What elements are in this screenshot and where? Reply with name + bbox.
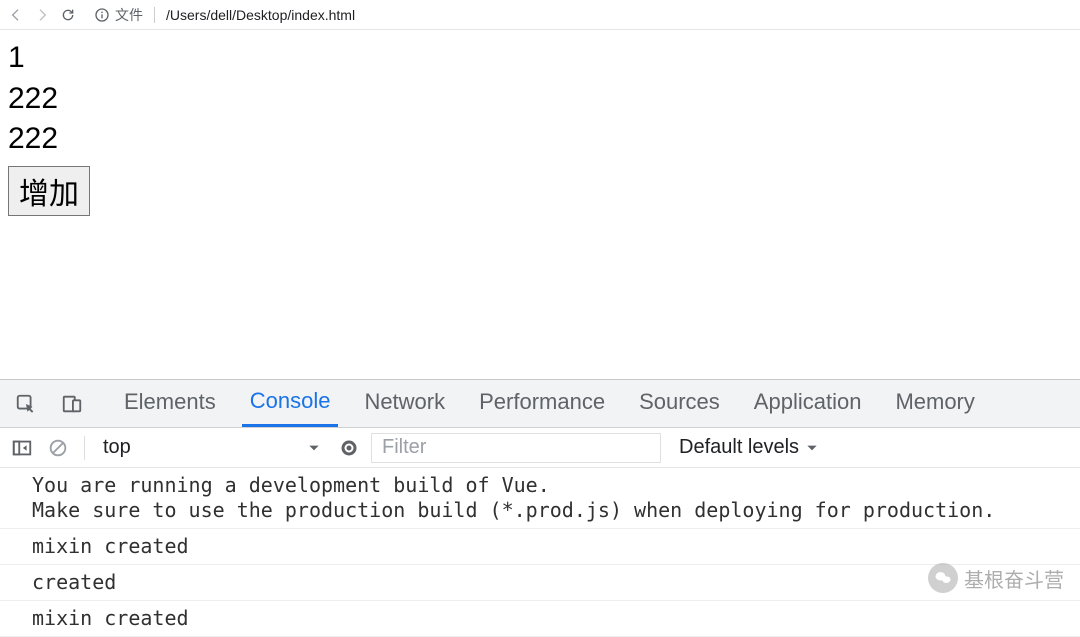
- levels-label: Default levels: [679, 436, 799, 459]
- devtools-panel: Elements Console Network Performance Sou…: [0, 379, 1080, 637]
- device-toolbar-icon[interactable]: [58, 390, 86, 418]
- devtools-tabstrip: Elements Console Network Performance Sou…: [0, 380, 1080, 428]
- tab-network[interactable]: Network: [356, 383, 453, 425]
- clear-console-icon[interactable]: [44, 434, 72, 462]
- address-divider: [154, 7, 155, 23]
- browser-toolbar: 文件 /Users/dell/Desktop/index.html: [0, 0, 1080, 30]
- wechat-icon: [928, 563, 958, 593]
- tab-application[interactable]: Application: [746, 383, 870, 425]
- console-message: created: [0, 565, 1080, 601]
- context-label: top: [103, 436, 131, 459]
- console-toolbar: top Filter Default levels: [0, 428, 1080, 468]
- text-line-1: 1: [8, 38, 1072, 79]
- tab-console[interactable]: Console: [242, 382, 339, 427]
- protocol-label: 文件: [115, 5, 143, 25]
- filter-placeholder: Filter: [382, 436, 426, 459]
- console-sidebar-toggle-icon[interactable]: [8, 434, 36, 462]
- forward-icon[interactable]: [34, 7, 50, 23]
- watermark-text: 基根奋斗营: [964, 564, 1064, 593]
- text-line-3: 222: [8, 119, 1072, 160]
- toolbar-divider: [84, 436, 85, 460]
- chevron-down-icon: [307, 441, 321, 455]
- text-line-2: 222: [8, 79, 1072, 120]
- page-body: 1 222 222 增加: [0, 30, 1080, 224]
- console-output: You are running a development build of V…: [0, 468, 1080, 637]
- tab-sources[interactable]: Sources: [631, 383, 728, 425]
- info-icon: [94, 7, 110, 23]
- filter-input[interactable]: Filter: [371, 433, 661, 463]
- console-message: mixin created: [0, 601, 1080, 637]
- tab-memory[interactable]: Memory: [887, 383, 982, 425]
- watermark: 基根奋斗营: [928, 563, 1064, 593]
- log-levels-selector[interactable]: Default levels: [679, 436, 819, 459]
- inspect-icon[interactable]: [12, 390, 40, 418]
- back-icon[interactable]: [8, 7, 24, 23]
- tab-elements[interactable]: Elements: [116, 383, 224, 425]
- console-message: mixin created: [0, 529, 1080, 565]
- live-expression-icon[interactable]: [335, 434, 363, 462]
- address-bar[interactable]: 文件 /Users/dell/Desktop/index.html: [94, 5, 355, 25]
- reload-icon[interactable]: [60, 7, 76, 23]
- url-path: /Users/dell/Desktop/index.html: [166, 7, 355, 23]
- chevron-down-icon: [805, 441, 819, 455]
- console-message: You are running a development build of V…: [0, 468, 1080, 529]
- context-selector[interactable]: top: [97, 436, 327, 459]
- tab-performance[interactable]: Performance: [471, 383, 613, 425]
- increment-button[interactable]: 增加: [8, 166, 90, 216]
